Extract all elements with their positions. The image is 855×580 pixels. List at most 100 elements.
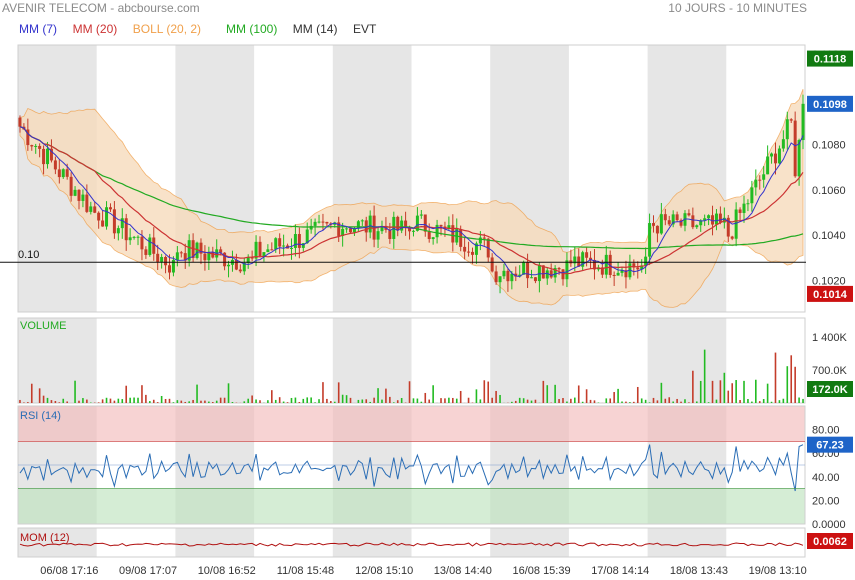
candle-body — [42, 148, 46, 165]
candle-body — [160, 257, 164, 262]
volume-bar — [707, 402, 710, 403]
volume-bar — [298, 401, 301, 403]
date-tick-label: 11/08 15:48 — [277, 565, 334, 577]
candle-body — [396, 216, 400, 231]
indicator-legend: MM (7) MM (20) BOLL (20, 2) MM (100) MM (14)… — [19, 22, 377, 36]
candle-body — [368, 215, 372, 233]
volume-bar — [703, 349, 706, 403]
candle-body — [734, 209, 738, 239]
rsi-last-badge: 67.23 — [816, 440, 844, 452]
candle-body — [175, 252, 179, 260]
candle-body — [116, 228, 120, 234]
high-badge: 0.1118 — [814, 54, 846, 66]
candle-body — [227, 264, 231, 267]
candle-body — [262, 252, 266, 257]
volume-bar — [129, 397, 131, 403]
volume-bar — [589, 399, 592, 403]
date-tick-label: 13/08 14:40 — [434, 565, 492, 577]
volume-bar — [152, 399, 155, 403]
session-shade — [490, 318, 569, 403]
volume-bar — [82, 398, 84, 403]
volume-bar — [278, 397, 281, 403]
volume-bar — [778, 400, 781, 403]
volume-bar — [711, 380, 714, 403]
volume-bar — [176, 400, 179, 403]
candle-body — [467, 251, 471, 253]
volume-bar — [54, 401, 57, 403]
volume-bar — [188, 401, 190, 403]
volume-bar — [247, 398, 249, 403]
volume-bar — [42, 395, 45, 403]
volume-bar — [137, 397, 139, 403]
volume-bar — [243, 401, 246, 403]
volume-bar — [755, 379, 757, 403]
candle-body — [317, 221, 321, 223]
volume-bar — [448, 397, 450, 403]
volume-bar — [58, 402, 61, 403]
volume-bar — [66, 401, 68, 403]
candle-body — [435, 224, 439, 238]
volume-bar — [322, 382, 324, 403]
volume-bar — [396, 400, 399, 403]
candle-body — [61, 169, 65, 178]
volume-bar — [613, 392, 615, 403]
volume-bar — [766, 383, 769, 403]
volume-bar — [310, 397, 312, 403]
volume-bar — [420, 401, 423, 403]
candle-body — [124, 218, 128, 241]
volume-bar — [743, 380, 745, 403]
candle-body — [419, 214, 423, 216]
volume-bar — [294, 397, 297, 403]
volume-bar — [117, 398, 120, 403]
volume-bar — [326, 398, 328, 403]
volume-bar — [290, 397, 293, 403]
candle-body — [376, 231, 380, 240]
candle-body — [108, 207, 112, 210]
price-tick-label: 0.1020 — [812, 275, 846, 287]
volume-bar — [542, 380, 545, 403]
candle-body — [313, 221, 317, 226]
volume-bar — [676, 398, 678, 403]
volume-bar — [633, 401, 635, 403]
candle-body — [234, 259, 238, 270]
volume-bar — [695, 401, 698, 403]
volume-bar — [302, 398, 305, 403]
candle-body — [687, 213, 691, 216]
volume-bar — [389, 396, 391, 403]
candle-body — [659, 214, 663, 234]
volume-bar — [719, 380, 722, 403]
volume-bar — [227, 383, 230, 403]
volume-bar — [511, 401, 513, 403]
volume-bar — [621, 401, 623, 403]
reference-label: 0.10 — [18, 249, 39, 261]
volume-bar — [440, 398, 442, 403]
candle-body — [711, 215, 715, 225]
candle-body — [148, 237, 152, 255]
volume-bar — [688, 402, 690, 403]
volume-bar — [562, 398, 564, 403]
candle-body — [85, 194, 89, 212]
volume-bar — [499, 394, 501, 403]
volume-bar — [337, 382, 340, 403]
volume-bar — [491, 397, 493, 403]
volume-bar — [798, 397, 800, 403]
candle-body — [750, 187, 754, 204]
volume-bar — [145, 394, 147, 403]
candle-body — [69, 176, 73, 196]
volume-bar — [416, 398, 419, 403]
date-tick-label: 16/08 15:39 — [512, 565, 570, 577]
volume-bar — [208, 401, 210, 403]
volume-bar — [786, 366, 789, 403]
candle-body — [585, 252, 589, 258]
volume-bar — [30, 383, 33, 403]
volume-last-badge: 172.0K — [812, 384, 848, 396]
volume-bar — [790, 355, 793, 403]
volume-bar — [204, 400, 206, 403]
candle-body — [616, 272, 620, 276]
volume-bar — [408, 381, 411, 403]
candle-body — [652, 223, 656, 226]
candle-body — [136, 236, 140, 238]
volume-bar — [168, 398, 171, 403]
volume-bar — [184, 401, 187, 403]
candle-body — [754, 179, 758, 188]
